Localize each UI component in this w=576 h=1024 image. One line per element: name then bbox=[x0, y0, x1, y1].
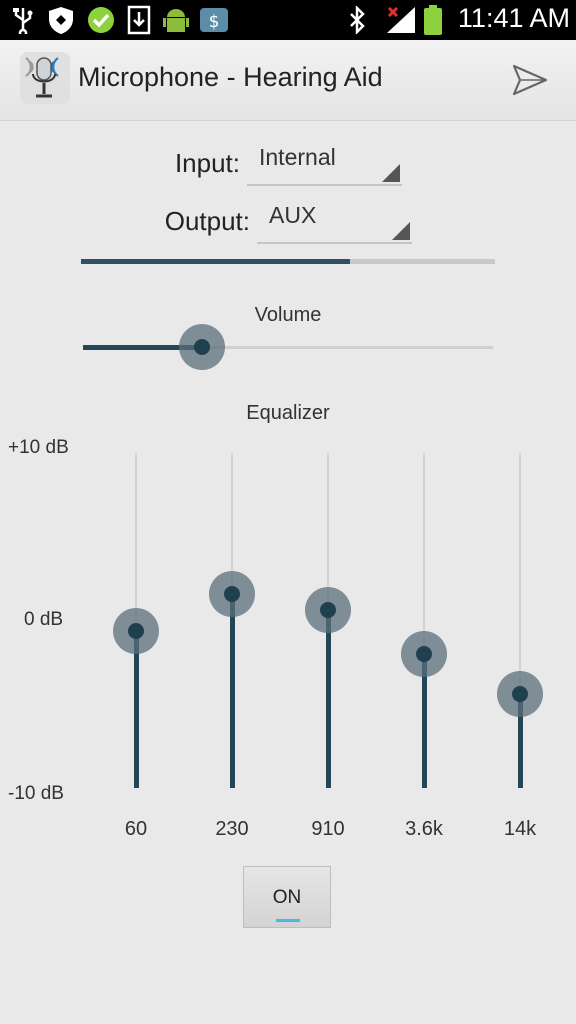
eq-freq-label: 60 bbox=[124, 818, 148, 840]
eq-fill bbox=[134, 630, 139, 788]
microphone-icon[interactable] bbox=[20, 52, 70, 104]
volume-label: Volume bbox=[254, 304, 322, 326]
eq-band-230-slider[interactable] bbox=[209, 453, 255, 788]
signal-icon bbox=[384, 5, 418, 35]
bluetooth-icon bbox=[344, 5, 370, 35]
check-icon bbox=[86, 5, 116, 35]
usb-icon bbox=[10, 5, 36, 35]
download-icon bbox=[126, 5, 152, 35]
db-max-label: +10 dB bbox=[8, 437, 69, 458]
eq-thumb[interactable] bbox=[113, 607, 159, 654]
eq-band-3.6k-slider[interactable] bbox=[401, 453, 447, 788]
android-icon bbox=[162, 5, 190, 35]
eq-fill bbox=[230, 593, 235, 788]
sync-icon: $ bbox=[198, 5, 230, 35]
eq-freq-label: 3.6k bbox=[405, 818, 443, 840]
eq-thumb[interactable] bbox=[401, 631, 447, 677]
eq-fill bbox=[326, 610, 331, 788]
eq-freq-label: 230 bbox=[215, 818, 249, 840]
level-progress-fill bbox=[81, 259, 351, 264]
send-icon[interactable] bbox=[510, 60, 550, 100]
equalizer-label: Equalizer bbox=[246, 402, 330, 424]
input-label: Input: bbox=[174, 148, 240, 178]
on-toggle-button[interactable]: ON bbox=[243, 866, 331, 928]
eq-freq-label: 910 bbox=[311, 818, 345, 840]
eq-thumb[interactable] bbox=[305, 587, 351, 634]
level-progress-bar bbox=[81, 259, 495, 264]
output-value: AUX bbox=[269, 202, 317, 228]
input-spinner[interactable]: Internal bbox=[247, 140, 402, 186]
svg-text:$: $ bbox=[209, 12, 220, 32]
eq-thumb[interactable] bbox=[209, 570, 255, 617]
input-value: Internal bbox=[259, 144, 336, 170]
eq-band-14k-slider[interactable] bbox=[497, 453, 543, 788]
db-mid-label: 0 dB bbox=[24, 609, 64, 630]
volume-slider-thumb[interactable] bbox=[178, 324, 225, 370]
toggle-indicator bbox=[276, 919, 300, 922]
eq-freq-label: 14k bbox=[503, 818, 537, 840]
eq-thumb[interactable] bbox=[497, 671, 543, 718]
output-label: Output: bbox=[164, 206, 250, 236]
app-title: Microphone - Hearing Aid bbox=[78, 62, 383, 92]
output-spinner[interactable]: AUX bbox=[257, 198, 412, 244]
shield-icon bbox=[46, 5, 76, 35]
dropdown-arrow-icon bbox=[382, 164, 400, 182]
clock: 11:41 AM bbox=[457, 3, 570, 33]
eq-band-60-slider[interactable] bbox=[113, 453, 159, 788]
status-bar: $ 11:41 AM bbox=[0, 0, 576, 40]
eq-band-910-slider[interactable] bbox=[305, 453, 351, 788]
volume-slider[interactable] bbox=[83, 324, 493, 370]
battery-icon bbox=[422, 5, 444, 35]
db-min-label: -10 dB bbox=[8, 783, 64, 804]
dropdown-arrow-icon bbox=[392, 222, 410, 240]
action-bar: Microphone - Hearing Aid bbox=[0, 40, 576, 121]
on-toggle-label: ON bbox=[272, 887, 302, 908]
